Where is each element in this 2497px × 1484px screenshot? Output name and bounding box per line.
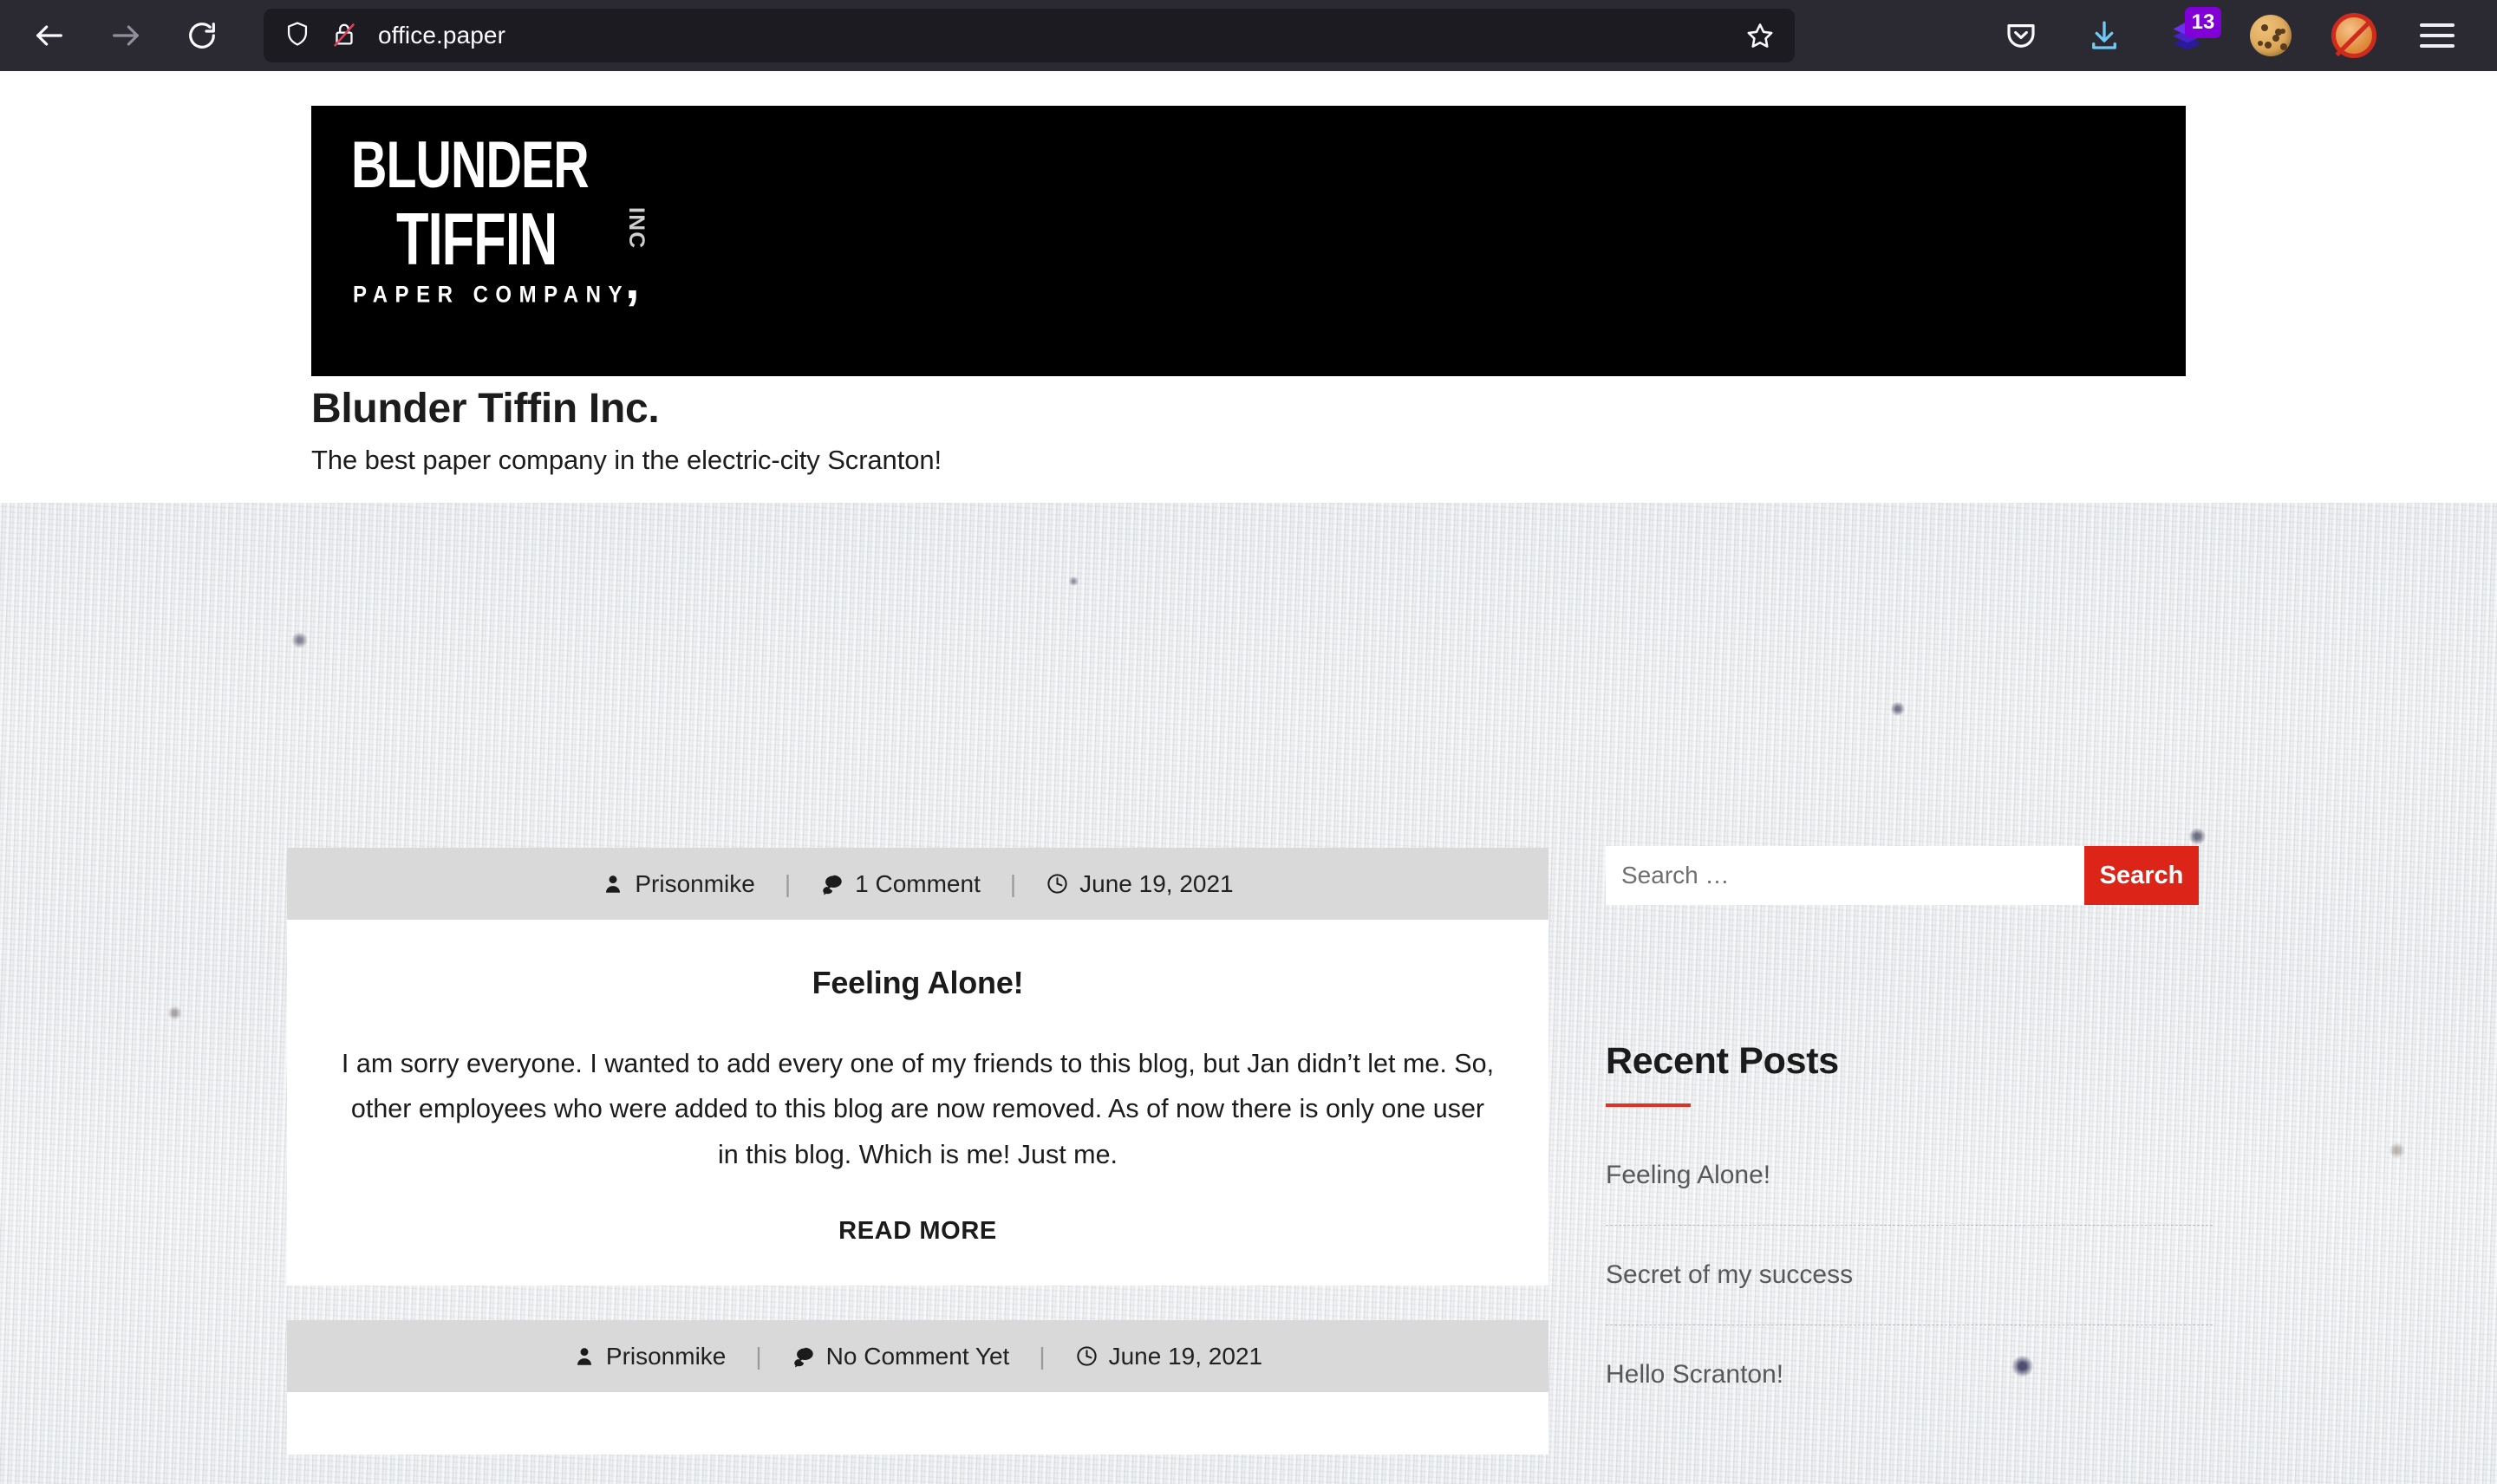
main-content-column: Prisonmike | 1 Comment | June 19, 2021 F… (287, 848, 1548, 1455)
post-comments[interactable]: 1 Comment (820, 870, 981, 898)
page-content: BLUNDER TIFFIN INC , PAPER COMPANY Blund… (0, 71, 2497, 1484)
comment-icon (792, 1344, 816, 1369)
sidebar: Search Recent Posts Feeling Alone! Secre… (1606, 846, 2213, 1424)
meta-separator: | (1039, 1342, 1046, 1370)
site-header: BLUNDER TIFFIN INC , PAPER COMPANY Blund… (0, 71, 2497, 503)
post-date-label: June 19, 2021 (1108, 1342, 1263, 1370)
site-tagline: The best paper company in the electric-c… (311, 445, 942, 475)
browser-toolbar: office.paper 13 (0, 0, 2497, 71)
read-more-link[interactable]: READ MORE (838, 1217, 997, 1246)
comment-icon (820, 872, 844, 896)
recent-post-link[interactable]: Hello Scranton! (1606, 1360, 1783, 1389)
meta-separator: | (755, 1342, 762, 1370)
extension-badge-count: 13 (2185, 7, 2221, 38)
site-title[interactable]: Blunder Tiffin Inc. (311, 385, 2186, 433)
heading-accent-rule (1606, 1103, 1691, 1107)
download-icon[interactable] (2079, 10, 2129, 61)
url-text: office.paper (378, 22, 506, 49)
post-date[interactable]: June 19, 2021 (1046, 870, 1234, 898)
meta-separator: | (784, 869, 792, 897)
post-title[interactable]: Feeling Alone! (339, 965, 1496, 1001)
bookmark-star-icon[interactable] (1736, 11, 1784, 60)
post-meta-bar: Prisonmike | No Comment Yet | June 19, 2… (287, 1320, 1548, 1393)
post-author[interactable]: Prisonmike (602, 869, 755, 898)
post-author-label: Prisonmike (605, 1342, 727, 1370)
post-card: Feeling Alone! I am sorry everyone. I wa… (287, 920, 1548, 1286)
post-author-label: Prisonmike (635, 869, 755, 897)
post-spacer (287, 1285, 1548, 1320)
paper-texture-background: Prisonmike | 1 Comment | June 19, 2021 F… (0, 503, 2497, 1484)
clock-icon (1075, 1344, 1099, 1368)
clock-icon (1046, 872, 1069, 895)
logo-line-inc: INC (624, 206, 649, 250)
search-form: Search (1606, 846, 2199, 905)
navigation-buttons (23, 9, 229, 62)
post-meta-bar: Prisonmike | 1 Comment | June 19, 2021 (287, 848, 1548, 920)
user-icon (573, 1345, 596, 1368)
user-icon (602, 873, 624, 895)
recent-post-link[interactable]: Feeling Alone! (1606, 1161, 1770, 1189)
post-card (287, 1392, 1548, 1455)
fox-blocked-icon[interactable] (2329, 10, 2379, 61)
search-input[interactable] (1606, 846, 2084, 905)
layers-extension-icon[interactable]: 13 (2162, 7, 2221, 61)
post-comments-label: No Comment Yet (825, 1342, 1010, 1370)
pocket-icon[interactable] (1996, 10, 2046, 61)
logo-line-paper-company: PAPER COMPANY (353, 281, 629, 308)
forward-button[interactable] (99, 9, 153, 62)
logo-artwork: BLUNDER TIFFIN INC , PAPER COMPANY (348, 127, 677, 328)
meta-separator: | (1009, 869, 1017, 897)
post-date-label: June 19, 2021 (1079, 869, 1234, 897)
list-item[interactable]: Feeling Alone! (1606, 1161, 2213, 1226)
list-item[interactable]: Hello Scranton! (1606, 1325, 2213, 1424)
search-button[interactable]: Search (2084, 846, 2199, 905)
padlock-crossed-icon[interactable] (329, 19, 359, 53)
recent-post-link[interactable]: Secret of my success (1606, 1260, 1853, 1289)
post-author[interactable]: Prisonmike (573, 1343, 726, 1370)
toolbar-icons: 13 (1996, 7, 2474, 61)
post-comments-label: 1 Comment (855, 869, 981, 897)
list-item[interactable]: Secret of my success (1606, 1226, 2213, 1325)
site-logo-banner[interactable]: BLUNDER TIFFIN INC , PAPER COMPANY (311, 106, 2186, 376)
post-comments[interactable]: No Comment Yet (792, 1342, 1010, 1370)
reload-button[interactable] (175, 9, 229, 62)
recent-posts-heading: Recent Posts (1606, 1040, 1839, 1082)
address-bar[interactable]: office.paper (264, 9, 1795, 62)
shield-icon[interactable] (283, 19, 312, 53)
logo-line-blunder: BLUNDER (351, 127, 590, 201)
cookie-icon[interactable] (2246, 10, 2296, 61)
recent-posts-list: Feeling Alone! Secret of my success Hell… (1606, 1161, 2213, 1424)
post-date[interactable]: June 19, 2021 (1075, 1342, 1263, 1370)
logo-line-tiffin: TIFFIN (396, 196, 557, 280)
address-bar-icons (283, 19, 359, 53)
post-excerpt: I am sorry everyone. I wanted to add eve… (341, 1049, 1495, 1169)
back-button[interactable] (23, 9, 76, 62)
hamburger-menu-icon[interactable] (2412, 10, 2462, 61)
